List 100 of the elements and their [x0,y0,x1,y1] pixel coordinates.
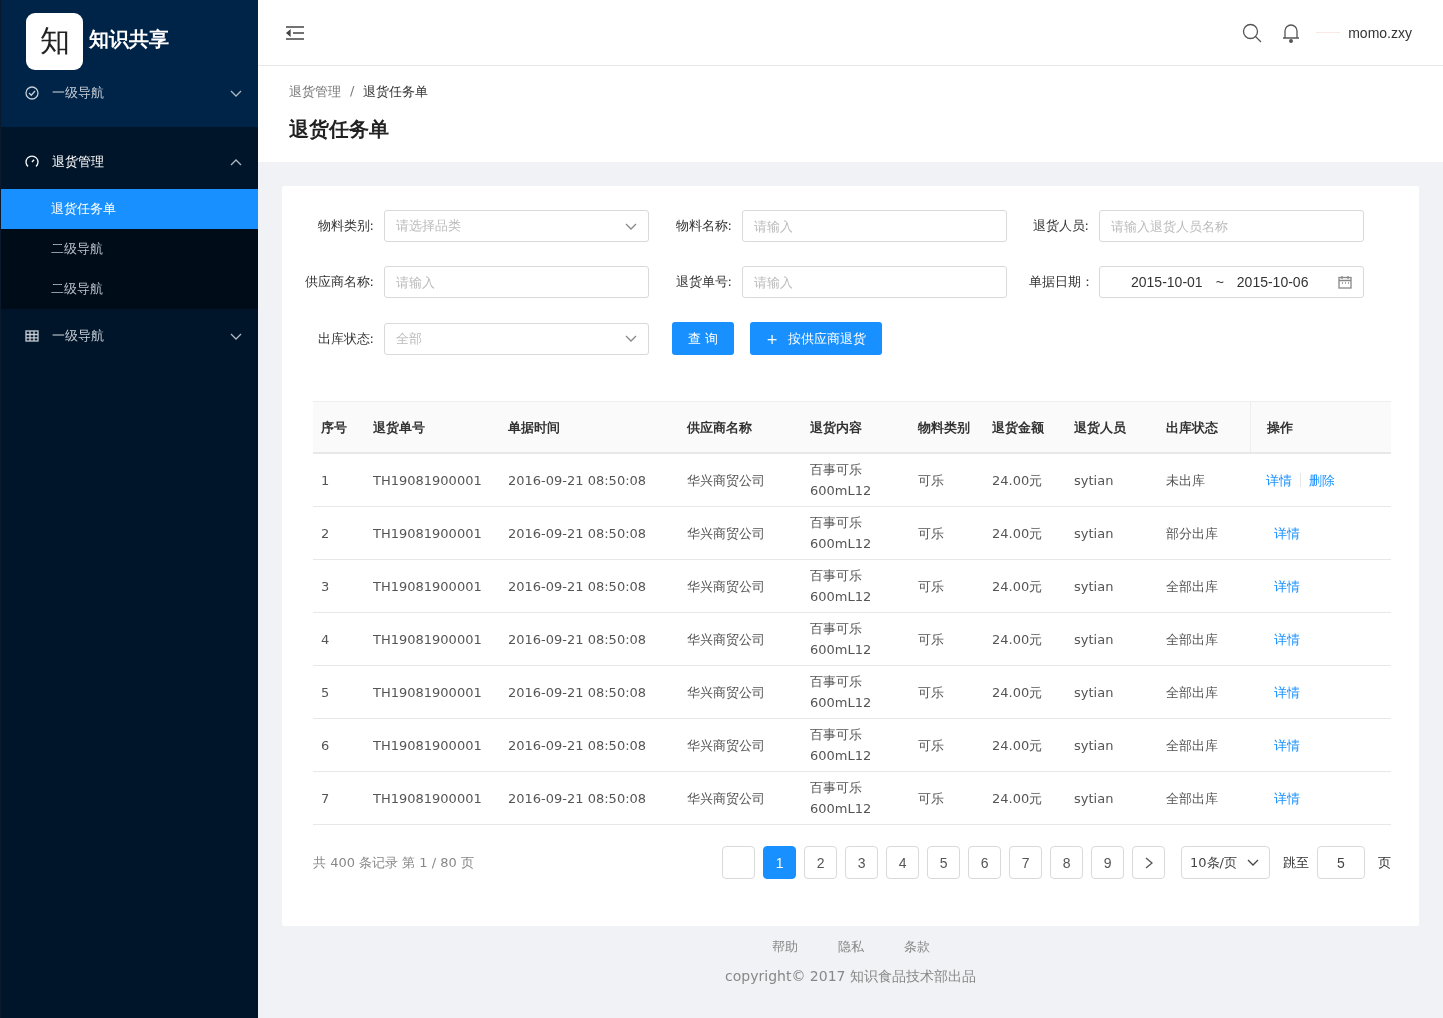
table-cell-text: 全部出库 [1165,630,1219,649]
input-field[interactable]: 请输入 [384,266,649,298]
bell-icon [1282,22,1301,43]
input-field[interactable]: 请输入退货人员名称 [1099,210,1364,242]
table-cell-text: 全部出库 [1165,736,1219,755]
table-cell-text: 24.00元 [991,524,1044,543]
table-cell-text: 华兴商贸公司 [686,789,766,808]
submenu-item[interactable]: 退货任务单 [1,189,258,229]
table-cell-text: 华兴商贸公司 [686,736,766,755]
table-cell-text: sytian [1073,736,1115,755]
nav-item[interactable]: 退货管理 [1,135,258,189]
details-link[interactable]: 详情 [1274,787,1300,809]
breadcrumb-item: 退货任务单 [363,83,429,101]
table-cell-text: 24.00元 [991,630,1044,649]
submenu-item[interactable]: 二级导航 [1,269,258,309]
table-cell-text: 24.00元 [991,577,1044,596]
date-range-field[interactable]: 2015-10-01 ~ 2015-10-06 [1099,266,1364,298]
table-cell-text: 可乐 [917,471,945,490]
input-field[interactable]: 请输入 [742,266,1007,298]
table-cell-text: 4 [320,630,331,649]
page-jump-field[interactable]: 5 [1317,846,1365,879]
table-cell-text: 华兴商贸公司 [686,524,766,543]
table-cell-text: TH19081900001 [372,577,483,596]
column-header: 退货人员 [1073,418,1127,437]
field-label: 物料类别: [316,217,375,235]
breadcrumb-item[interactable]: 退货管理 [289,83,341,101]
breadcrumb-separator: / [350,83,355,100]
column-header: 操作 [1250,402,1391,452]
table-cell-text: sytian [1073,683,1115,702]
delete-link[interactable]: 删除 [1309,469,1335,491]
table-cell-text: 5 [320,683,331,702]
app-title: 知识共享 [89,26,169,53]
next-page-button[interactable] [1132,846,1166,879]
chevron-down-icon [625,221,637,231]
page-button[interactable]: 8 [1050,846,1084,879]
field-label: 单据日期： [1029,273,1095,291]
page-button[interactable]: 3 [845,846,879,879]
table-cell-text: 2016-09-21 08:50:08 [507,736,648,755]
table-cell-text: 华兴商贸公司 [686,577,766,596]
table-cell-text: sytian [1073,789,1115,808]
copyright-text: copyright© 2017 知识食品技术部出品 [724,968,977,986]
submenu-item[interactable]: 二级导航 [1,229,258,269]
table-cell-text: 百事可乐 600mL12 [809,461,873,500]
table-cell-text: 华兴商贸公司 [686,683,766,702]
search-icon [1242,22,1263,43]
search-button[interactable]: 查 询 [672,322,735,355]
footer-link[interactable]: 隐私 [837,938,864,956]
page-button[interactable]: 4 [886,846,920,879]
column-header: 退货金额 [991,418,1045,437]
details-link[interactable]: 详情 [1274,734,1300,756]
record-summary: 共 400 条记录 第 1 / 80 页 [313,853,474,872]
chevron-down-icon [625,334,637,343]
table-cell-text: 2016-09-21 08:50:08 [507,577,648,596]
footer-link[interactable]: 帮助 [771,938,798,956]
field-label: 退货人员: [1031,217,1090,235]
table-cell-text: 全部出库 [1165,789,1219,808]
logo-mark: 知 [26,13,83,70]
chevron-right-icon [1144,856,1153,869]
table-cell-text: TH19081900001 [372,630,483,649]
page-button[interactable]: 9 [1091,846,1125,879]
table-cell-text: TH19081900001 [372,524,483,543]
footer-link[interactable]: 条款 [903,938,930,956]
table-cell-text: 华兴商贸公司 [686,630,766,649]
table-cell-text: 6 [320,736,331,755]
table-cell-text: 24.00元 [991,736,1044,755]
column-header: 出库状态 [1165,418,1219,437]
details-link[interactable]: 详情 [1274,628,1300,650]
table-cell-text: 3 [320,577,331,596]
table-cell-text: 24.00元 [991,789,1044,808]
previous-page-button[interactable] [722,846,756,879]
page-size-select[interactable]: 10条/页 [1181,846,1270,879]
page-button[interactable]: 7 [1009,846,1043,879]
details-link[interactable]: 详情 [1274,575,1300,597]
user-name[interactable]: momo.zxy [1348,24,1412,41]
gauge-icon [25,155,39,169]
table-cell-text: 百事可乐 600mL12 [809,726,873,765]
chevron-down-icon [230,88,242,98]
chevron-down-icon [230,331,242,341]
field-label: 物料名称: [674,217,733,235]
table-cell-text: TH19081900001 [372,683,483,702]
table-cell-text: 未出库 [1165,471,1206,490]
table-icon [25,329,39,343]
add-button[interactable]: + 按供应商退货 [750,322,882,355]
field-label: 退货单号: [674,273,733,291]
page-button[interactable]: 1 [763,846,797,879]
page-button[interactable]: 5 [927,846,961,879]
page-button[interactable]: 2 [804,846,838,879]
table-cell-text: 2 [320,524,331,543]
details-link[interactable]: 详情 [1274,522,1300,544]
table-cell-text: 2016-09-21 08:50:08 [507,630,648,649]
table-cell-text: 2016-09-21 08:50:08 [507,524,648,543]
table-cell-text: 7 [320,789,331,808]
table-cell-text: 百事可乐 600mL12 [809,673,873,712]
menu-fold-icon [285,24,305,41]
calendar-icon [1338,275,1352,289]
details-link[interactable]: 详情 [1274,681,1300,703]
details-link[interactable]: 详情 [1266,469,1292,491]
input-field[interactable]: 请输入 [742,210,1007,242]
nav-item[interactable]: 一级导航 [1,309,258,363]
page-button[interactable]: 6 [968,846,1002,879]
